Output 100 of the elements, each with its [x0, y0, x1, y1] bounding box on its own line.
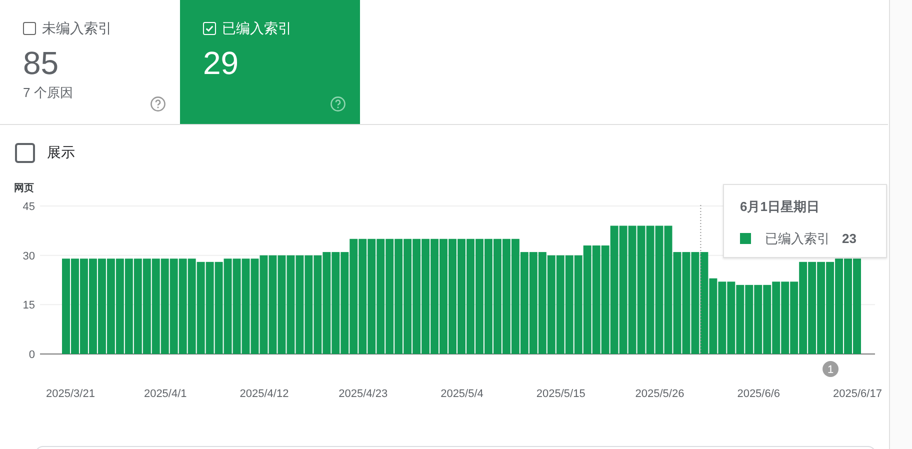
tab-value: 29 [203, 44, 240, 83]
bar[interactable] [314, 255, 322, 354]
bar[interactable] [88, 258, 97, 354]
bar[interactable] [619, 226, 628, 354]
bar[interactable] [646, 226, 654, 354]
bar[interactable] [98, 258, 106, 354]
x-tick-label: 2025/5/26 [635, 388, 684, 400]
tab-value: 85 [23, 44, 60, 83]
bar[interactable] [583, 245, 592, 354]
bar[interactable] [340, 252, 349, 354]
bar[interactable] [268, 255, 277, 354]
bar[interactable] [565, 255, 574, 354]
bar[interactable] [440, 238, 448, 354]
bar[interactable] [358, 238, 367, 354]
bar[interactable] [655, 226, 664, 354]
bar[interactable] [214, 262, 223, 354]
y-axis-label: 网页 [14, 183, 34, 195]
bar[interactable] [224, 258, 232, 354]
bar[interactable] [664, 226, 672, 354]
bar[interactable] [808, 262, 816, 354]
bar[interactable] [106, 258, 115, 354]
x-tick-label: 2025/4/23 [338, 388, 388, 400]
bar[interactable] [160, 258, 169, 354]
bar[interactable] [242, 258, 250, 354]
bar[interactable] [260, 255, 268, 354]
y-tick-label: 45 [22, 201, 35, 213]
annotation-marker[interactable]: 1 [822, 361, 839, 377]
bar[interactable] [529, 252, 538, 354]
bar[interactable] [332, 252, 340, 354]
bar[interactable] [250, 258, 259, 354]
summary-tab[interactable]: 已编入索引 29 [180, 0, 360, 124]
bar[interactable] [394, 238, 403, 354]
bar[interactable] [475, 238, 484, 354]
bar[interactable] [709, 278, 718, 354]
x-tick-label: 2025/3/21 [46, 388, 95, 400]
bar[interactable] [134, 258, 142, 354]
bar[interactable] [430, 238, 439, 354]
y-tick-label: 15 [22, 300, 35, 312]
x-tick-label: 2025/6/17 [833, 388, 882, 400]
bar[interactable] [188, 258, 196, 354]
bar[interactable] [152, 258, 160, 354]
bar[interactable] [592, 245, 600, 354]
bar[interactable] [404, 238, 412, 354]
bar[interactable] [547, 255, 556, 354]
bar[interactable] [790, 282, 798, 354]
bar[interactable] [286, 255, 295, 354]
bar[interactable] [673, 252, 682, 354]
bar[interactable] [350, 238, 358, 354]
bar[interactable] [296, 255, 304, 354]
bar[interactable] [610, 226, 618, 354]
bar[interactable] [412, 238, 421, 354]
bar[interactable] [745, 284, 754, 354]
bar[interactable] [772, 282, 780, 354]
bar[interactable] [763, 284, 772, 354]
bar[interactable] [124, 258, 133, 354]
bar[interactable] [232, 258, 241, 354]
bar[interactable] [754, 284, 762, 354]
checkbox[interactable] [15, 142, 35, 162]
bar[interactable] [142, 258, 151, 354]
bar[interactable] [80, 258, 88, 354]
help-icon[interactable] [150, 96, 166, 112]
bar[interactable] [520, 252, 528, 354]
checkbox[interactable] [23, 22, 36, 35]
bar[interactable] [484, 238, 492, 354]
bar[interactable] [700, 252, 708, 354]
bar[interactable] [206, 262, 214, 354]
bar[interactable] [628, 226, 636, 354]
bar[interactable] [799, 262, 808, 354]
bar[interactable] [556, 255, 564, 354]
tooltip-title: 6月1日星期日 [740, 198, 820, 216]
bar[interactable] [278, 255, 286, 354]
bar[interactable] [422, 238, 430, 354]
bar[interactable] [116, 258, 124, 354]
bar[interactable] [637, 226, 646, 354]
bar[interactable] [376, 238, 385, 354]
bar[interactable] [538, 252, 546, 354]
bar[interactable] [691, 252, 700, 354]
bar[interactable] [682, 252, 690, 354]
y-tick-label: 0 [28, 349, 35, 361]
bar[interactable] [322, 252, 331, 354]
bar[interactable] [304, 255, 313, 354]
bar[interactable] [718, 282, 726, 354]
bar[interactable] [170, 258, 178, 354]
bar[interactable] [386, 238, 394, 354]
bar[interactable] [727, 282, 736, 354]
x-tick-label: 2025/5/4 [440, 388, 484, 400]
bar[interactable] [493, 238, 502, 354]
help-icon[interactable] [330, 96, 346, 112]
bar[interactable] [368, 238, 376, 354]
bar[interactable] [826, 262, 834, 354]
bar[interactable] [574, 255, 582, 354]
bar[interactable] [817, 262, 826, 354]
bar[interactable] [781, 282, 790, 354]
bar[interactable] [835, 258, 844, 354]
bar[interactable] [601, 245, 610, 354]
bar[interactable] [736, 284, 744, 354]
bar[interactable] [196, 262, 205, 354]
bar[interactable] [502, 238, 510, 354]
bar[interactable] [511, 238, 520, 354]
bar[interactable] [178, 258, 187, 354]
